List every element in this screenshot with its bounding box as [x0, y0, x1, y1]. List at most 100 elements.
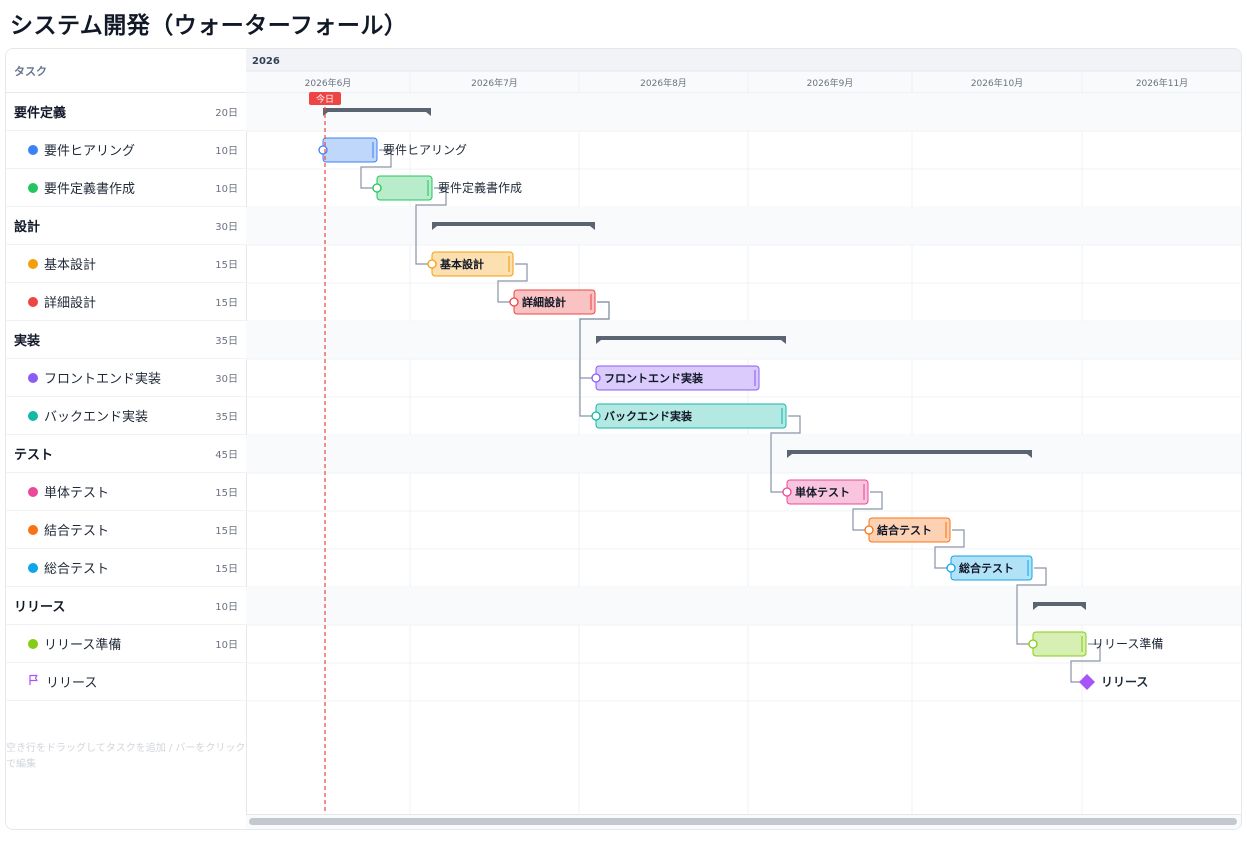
task-row-t2[interactable]: 要件定義書作成 10日: [6, 169, 246, 207]
link-handle[interactable]: [782, 487, 792, 497]
bar-label-t5: フロントエンド実装: [604, 371, 703, 385]
task-name: 詳細設計: [44, 296, 97, 311]
link-handle[interactable]: [427, 259, 437, 269]
timeline-svg[interactable]: 2026 2026年6月 2026年7月 2026年8月 2026年9月 2026年10月…: [246, 49, 1242, 815]
task-duration: 15日: [215, 526, 238, 537]
month-label: 2026年11月: [1136, 77, 1188, 89]
link-handle[interactable]: [318, 145, 328, 155]
task-name: 実装: [14, 334, 41, 349]
task-row-t1[interactable]: 要件ヒアリング 10日: [6, 131, 246, 169]
group-row-bg: [246, 587, 1241, 625]
bar-label-t6: バックエンド実装: [604, 409, 692, 423]
page-title: システム開発（ウォーターフォール）: [10, 13, 408, 39]
task-name: バックエンド実装: [44, 410, 149, 425]
scrollbar-thumb[interactable]: [249, 818, 1237, 825]
task-color-dot: [28, 410, 38, 421]
bar-label-t2: 要件定義書作成: [438, 180, 522, 195]
task-bar-t10[interactable]: [1032, 631, 1087, 657]
task-duration: 30日: [215, 222, 238, 233]
bar-label-t10: リリース準備: [1092, 636, 1163, 651]
task-row-t6[interactable]: バックエンド実装 35日: [6, 397, 246, 435]
year-header: [246, 49, 1241, 71]
add-task-hint: 空き行をドラッグしてタスクを追加 / バーをクリックで編集: [6, 743, 246, 770]
month-label: 2026年6月: [305, 77, 352, 89]
link-handle[interactable]: [372, 183, 382, 193]
bar-label-m1: リリース: [1101, 675, 1148, 689]
task-bar-t2[interactable]: [376, 175, 433, 201]
task-bar-t1[interactable]: [322, 137, 378, 163]
year-label: 2026: [252, 56, 280, 67]
task-row-t4[interactable]: 詳細設計 15日: [6, 283, 246, 321]
task-duration: 30日: [215, 374, 238, 385]
link-handle[interactable]: [591, 373, 601, 383]
task-color-dot: [28, 258, 38, 269]
bar-label-t1: 要件ヒアリング: [383, 143, 467, 157]
task-name: リリース準備: [44, 638, 122, 653]
task-name: 単体テスト: [44, 486, 110, 501]
task-duration: 10日: [215, 640, 238, 651]
task-name: 要件ヒアリング: [44, 144, 136, 159]
task-name: テスト: [14, 448, 54, 463]
task-duration: 20日: [215, 108, 238, 119]
bar-label-t9: 総合テスト: [959, 561, 1014, 575]
task-row-t9[interactable]: 総合テスト 15日: [6, 549, 246, 587]
task-name: 基本設計: [44, 258, 97, 273]
task-duration: 45日: [215, 450, 238, 461]
task-row-t8[interactable]: 結合テスト 15日: [6, 511, 246, 549]
month-header: [246, 71, 1241, 93]
bar-label-t8: 結合テスト: [877, 523, 932, 537]
bar-label-t3: 基本設計: [439, 257, 484, 271]
task-color-dot: [28, 372, 38, 383]
task-list-panel: タスク 要件定義 20日 要件ヒアリング 10日 要件定義書作成 10日 設計 30日 基本設計…: [6, 49, 247, 829]
timeline-area[interactable]: 2026 2026年6月 2026年7月 2026年8月 2026年9月 2026年10月…: [246, 49, 1242, 829]
task-list-header: タスク: [6, 49, 246, 93]
task-column-label: タスク: [14, 64, 47, 78]
task-duration: 10日: [215, 602, 238, 613]
link-handle[interactable]: [1028, 639, 1038, 649]
bar-label-t4: 詳細設計: [522, 295, 566, 309]
task-name: 総合テスト: [44, 562, 110, 577]
task-row-t7[interactable]: 単体テスト 15日: [6, 473, 246, 511]
task-row-g5[interactable]: リリース 10日: [6, 587, 246, 625]
task-name: 結合テスト: [44, 524, 110, 539]
task-color-dot: [28, 638, 38, 649]
task-name: フロントエンド実装: [44, 372, 162, 387]
horizontal-scrollbar[interactable]: [246, 814, 1241, 829]
month-label: 2026年9月: [807, 77, 854, 89]
task-duration: 10日: [215, 146, 238, 157]
task-duration: 15日: [215, 260, 238, 271]
task-duration: 15日: [215, 564, 238, 575]
task-row-g2[interactable]: 設計 30日: [6, 207, 246, 245]
task-name: 要件定義書作成: [44, 182, 136, 197]
link-handle[interactable]: [591, 411, 601, 421]
task-row-g4[interactable]: テスト 45日: [6, 435, 246, 473]
task-list: 要件定義 20日 要件ヒアリング 10日 要件定義書作成 10日 設計 30日 基本設計 15日詳…: [6, 93, 246, 701]
task-color-dot: [28, 524, 38, 535]
task-duration: 35日: [215, 336, 238, 347]
today-label: 今日: [316, 93, 334, 105]
group-row-bg: [246, 207, 1241, 245]
task-row-m1[interactable]: リリース: [6, 663, 246, 701]
task-duration: 10日: [215, 184, 238, 195]
task-row-g1[interactable]: 要件定義 20日: [6, 93, 246, 131]
task-row-t3[interactable]: 基本設計 15日: [6, 245, 246, 283]
task-name: 設計: [14, 220, 41, 235]
gantt-chart: タスク 要件定義 20日 要件ヒアリング 10日 要件定義書作成 10日 設計 30日 基本設計…: [5, 48, 1242, 830]
bar-label-t7: 単体テスト: [795, 485, 850, 499]
task-row-g3[interactable]: 実装 35日: [6, 321, 246, 359]
flag-icon: [28, 674, 40, 689]
link-handle[interactable]: [509, 297, 519, 307]
milestone-diamond[interactable]: [1079, 674, 1095, 690]
task-row-t10[interactable]: リリース準備 10日: [6, 625, 246, 663]
task-color-dot: [28, 486, 38, 497]
task-color-dot: [28, 144, 38, 155]
task-name: リリース: [14, 600, 66, 615]
task-duration: 15日: [215, 488, 238, 499]
task-row-t5[interactable]: フロントエンド実装 30日: [6, 359, 246, 397]
task-duration: 15日: [215, 298, 238, 309]
month-label: 2026年10月: [971, 77, 1023, 89]
group-row-bg: [246, 435, 1241, 473]
link-handle[interactable]: [864, 525, 874, 535]
link-handle[interactable]: [946, 563, 956, 573]
task-name: リリース: [46, 676, 98, 691]
